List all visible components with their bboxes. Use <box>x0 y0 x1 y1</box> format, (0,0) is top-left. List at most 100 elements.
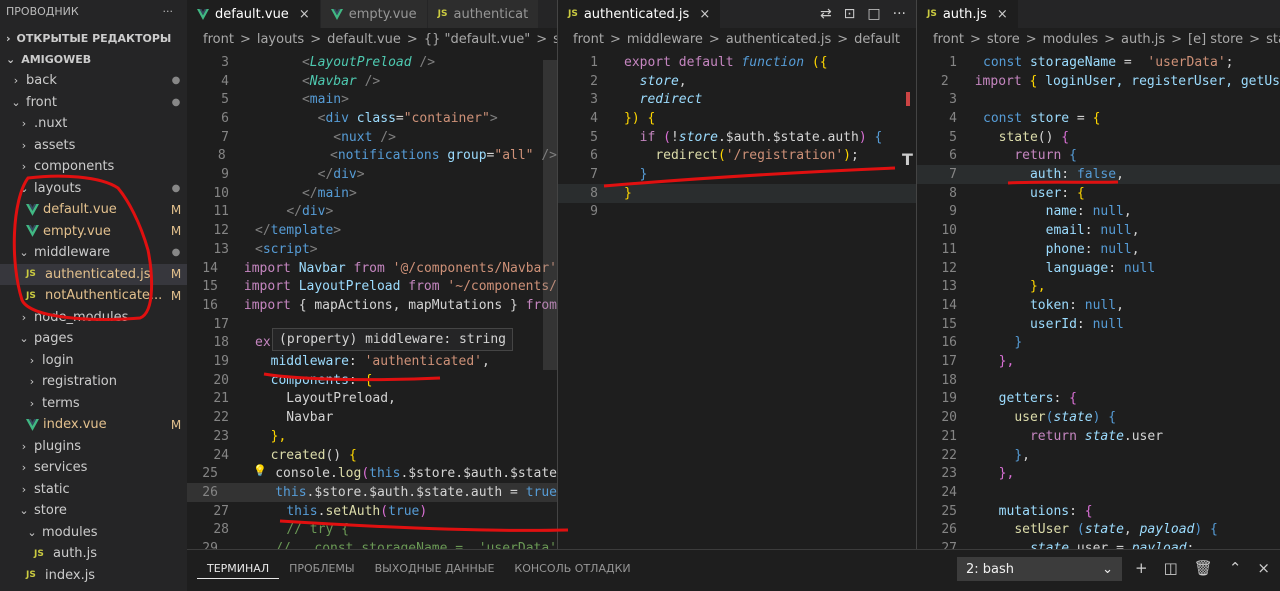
tree-item-login[interactable]: › login <box>0 350 187 372</box>
tree-item-back[interactable]: › back ● <box>0 70 187 92</box>
explorer-more-button[interactable]: ··· <box>163 5 174 18</box>
code-line[interactable]: 22 }, <box>917 446 1280 465</box>
code-line[interactable]: 7 <nuxt /> <box>187 128 557 147</box>
code-line[interactable]: 9 <box>558 203 916 222</box>
code-line[interactable]: 15 import LayoutPreload from '~/component… <box>187 277 557 296</box>
code-line[interactable]: 12 </template> <box>187 221 557 240</box>
close-icon[interactable]: × <box>997 7 1008 22</box>
panel-tab-0[interactable]: ТЕРМИНАЛ <box>197 562 280 579</box>
tree-item-node-modules[interactable]: › node_modules <box>0 307 187 329</box>
tree-item-modules[interactable]: ⌄ modules <box>0 522 187 544</box>
code-line[interactable]: 26 setUser (state, payload) { <box>917 521 1280 540</box>
code-line[interactable]: 12 language: null <box>917 259 1280 278</box>
code-line[interactable]: 17 }, <box>917 352 1280 371</box>
panel-tab-1[interactable]: ПРОБЛЕМЫ <box>279 562 365 579</box>
split-view-icon[interactable]: ⊡ <box>844 6 856 22</box>
code-editor[interactable]: 3 <LayoutPreload /> 4 <Navbar /> 5 <main> 6… <box>187 50 557 549</box>
code-line[interactable]: 5 if (!store.$auth.$state.auth) { <box>558 128 916 147</box>
tree-item-plugins[interactable]: › plugins <box>0 436 187 458</box>
code-line[interactable]: 23 }, <box>187 427 557 446</box>
code-line[interactable]: 29 // const storageName = 'userData' <box>187 539 557 549</box>
project-section[interactable]: ⌄ AMIGOWEB <box>0 48 187 70</box>
code-line[interactable]: 6 <div class="container"> <box>187 109 557 128</box>
code-line[interactable]: 18 <box>917 371 1280 390</box>
breadcrumb-item[interactable]: middleware <box>627 32 703 47</box>
breadcrumb-item[interactable]: front <box>203 32 234 47</box>
code-line[interactable]: 16 } <box>917 334 1280 353</box>
layout-icon[interactable]: □ <box>867 6 880 22</box>
code-line[interactable]: 5 <main> <box>187 90 557 109</box>
tree-item--nuxt[interactable]: › .nuxt <box>0 113 187 135</box>
tab-authenticated-js[interactable]: JS authenticated.js × <box>558 0 722 28</box>
code-line[interactable]: 19 middleware: 'authenticated', <box>187 352 557 371</box>
tree-item-components[interactable]: › components <box>0 156 187 178</box>
code-line[interactable]: 3 <box>917 90 1280 109</box>
code-line[interactable]: 13 <script> <box>187 240 557 259</box>
tree-item-auth-js[interactable]: JS auth.js <box>0 543 187 565</box>
tree-item-terms[interactable]: › terms <box>0 393 187 415</box>
lightbulb-icon[interactable]: 💡 <box>253 464 267 477</box>
add-terminal-icon[interactable]: + <box>1135 559 1148 577</box>
code-line[interactable]: 10 </main> <box>187 184 557 203</box>
code-line[interactable]: 21 return state.user <box>917 427 1280 446</box>
breadcrumb-item[interactable]: [e] store <box>1188 32 1243 47</box>
maximize-icon[interactable]: ⌃ <box>1229 559 1242 577</box>
tree-item-assets[interactable]: › assets <box>0 135 187 157</box>
tree-item-pages[interactable]: ⌄ pages <box>0 328 187 350</box>
close-icon[interactable]: × <box>699 7 710 22</box>
code-line[interactable]: 9 </div> <box>187 165 557 184</box>
split-terminal-icon[interactable]: ◫ <box>1164 559 1178 577</box>
breadcrumb-item[interactable]: front <box>573 32 604 47</box>
compare-icon[interactable]: ⇄ <box>820 6 832 22</box>
code-line[interactable]: 1 export default function ({ <box>558 53 916 72</box>
code-line[interactable]: 4 <Navbar /> <box>187 72 557 91</box>
breadcrumb-item[interactable]: authenticated.js <box>726 32 831 47</box>
scrollbar[interactable] <box>543 60 557 370</box>
tree-item-layouts[interactable]: ⌄ layouts ● <box>0 178 187 200</box>
code-line[interactable]: 4}) { <box>558 109 916 128</box>
breadcrumb-item[interactable]: store <box>987 32 1020 47</box>
trash-icon[interactable]: 🗑 <box>1194 559 1213 577</box>
code-line[interactable]: 8 <notifications group="all" /> <box>187 147 557 166</box>
breadcrumb-item[interactable]: default.vue <box>327 32 401 47</box>
breadcrumb-item[interactable]: layouts <box>257 32 304 47</box>
code-line[interactable]: 2 import { loginUser, registerUser, getUs <box>917 72 1280 91</box>
code-line[interactable]: 16 import { mapActions, mapMutations } fr… <box>187 296 557 315</box>
code-editor[interactable]: 1 export default function ({2 store, 3 red… <box>558 50 916 549</box>
code-line[interactable]: 27 this.setAuth(true) <box>187 502 557 521</box>
code-line[interactable]: 8} <box>558 183 916 203</box>
tab-auth-js[interactable]: JS auth.js × <box>917 0 1019 28</box>
breadcrumb-item[interactable]: auth.js <box>1121 32 1165 47</box>
tab-empty-vue[interactable]: empty.vue <box>320 0 428 28</box>
code-line[interactable]: 28 // try { <box>187 521 557 540</box>
code-line[interactable]: 24 created() { <box>187 446 557 465</box>
code-line[interactable]: 15 userId: null <box>917 315 1280 334</box>
code-line[interactable]: 23 }, <box>917 464 1280 483</box>
tab-authenticat[interactable]: JS authenticat <box>427 0 540 28</box>
code-line[interactable]: 9 name: null, <box>917 203 1280 222</box>
code-line[interactable]: 8 user: { <box>917 184 1280 203</box>
tree-item-store[interactable]: ⌄ store <box>0 500 187 522</box>
close-icon[interactable]: × <box>299 7 310 22</box>
tree-item-middleware[interactable]: ⌄ middleware ● <box>0 242 187 264</box>
code-line[interactable]: 13 }, <box>917 277 1280 296</box>
code-line[interactable]: 6 redirect('/registration'); <box>558 147 916 166</box>
more-icon[interactable]: ··· <box>893 6 906 22</box>
code-line[interactable]: 14 import Navbar from '@/components/Navba… <box>187 259 557 278</box>
tree-item-static[interactable]: › static <box>0 479 187 501</box>
breadcrumb-item[interactable]: default <box>854 32 900 47</box>
tab-default-vue[interactable]: default.vue × <box>187 0 321 28</box>
code-line[interactable]: 6 return { <box>917 147 1280 166</box>
code-line[interactable]: 25 mutations: { <box>917 502 1280 521</box>
open-editors-section[interactable]: › ОТКРЫТЫЕ РЕДАКТОРЫ <box>0 27 187 49</box>
tree-item-notauthenticate-[interactable]: JS notAuthenticate... M <box>0 285 187 307</box>
code-line[interactable]: 5 state() { <box>917 128 1280 147</box>
code-line[interactable]: 19 getters: { <box>917 390 1280 409</box>
code-line[interactable]: 20 components: { <box>187 371 557 390</box>
code-line[interactable]: 27 state.user = payload; <box>917 539 1280 549</box>
tree-item-index-js[interactable]: JS index.js <box>0 565 187 587</box>
tree-item-services[interactable]: › services <box>0 457 187 479</box>
tree-item-index-vue[interactable]: index.vue M <box>0 414 187 436</box>
code-line[interactable]: 7 } <box>558 165 916 184</box>
code-line[interactable]: 3 <LayoutPreload /> <box>187 53 557 72</box>
